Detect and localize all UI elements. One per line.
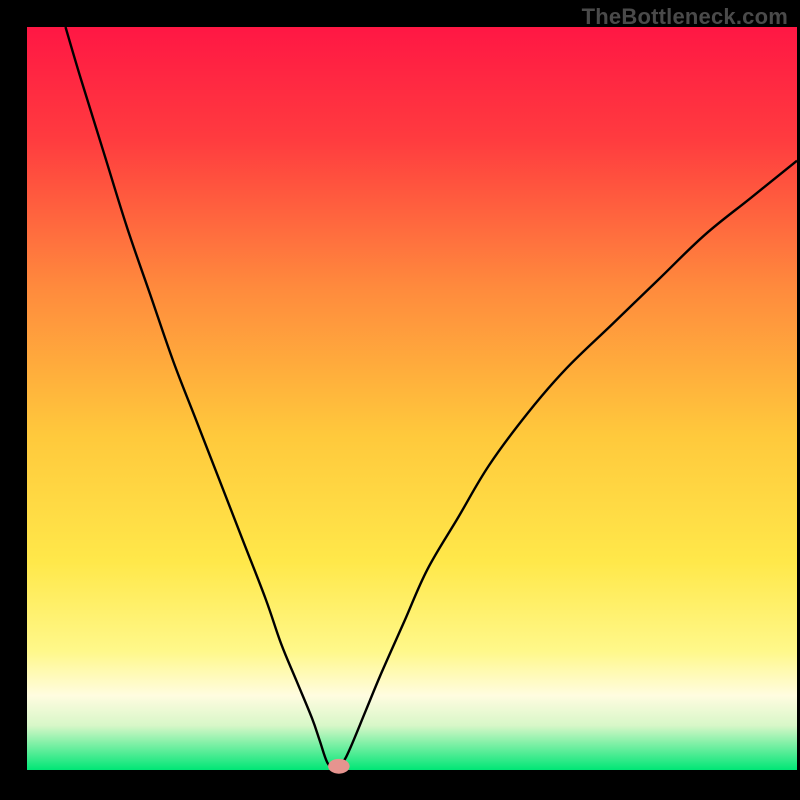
chart-frame: TheBottleneck.com [0, 0, 800, 800]
bottleneck-chart [0, 0, 800, 800]
optimum-marker [328, 759, 350, 774]
plot-background [27, 27, 797, 770]
